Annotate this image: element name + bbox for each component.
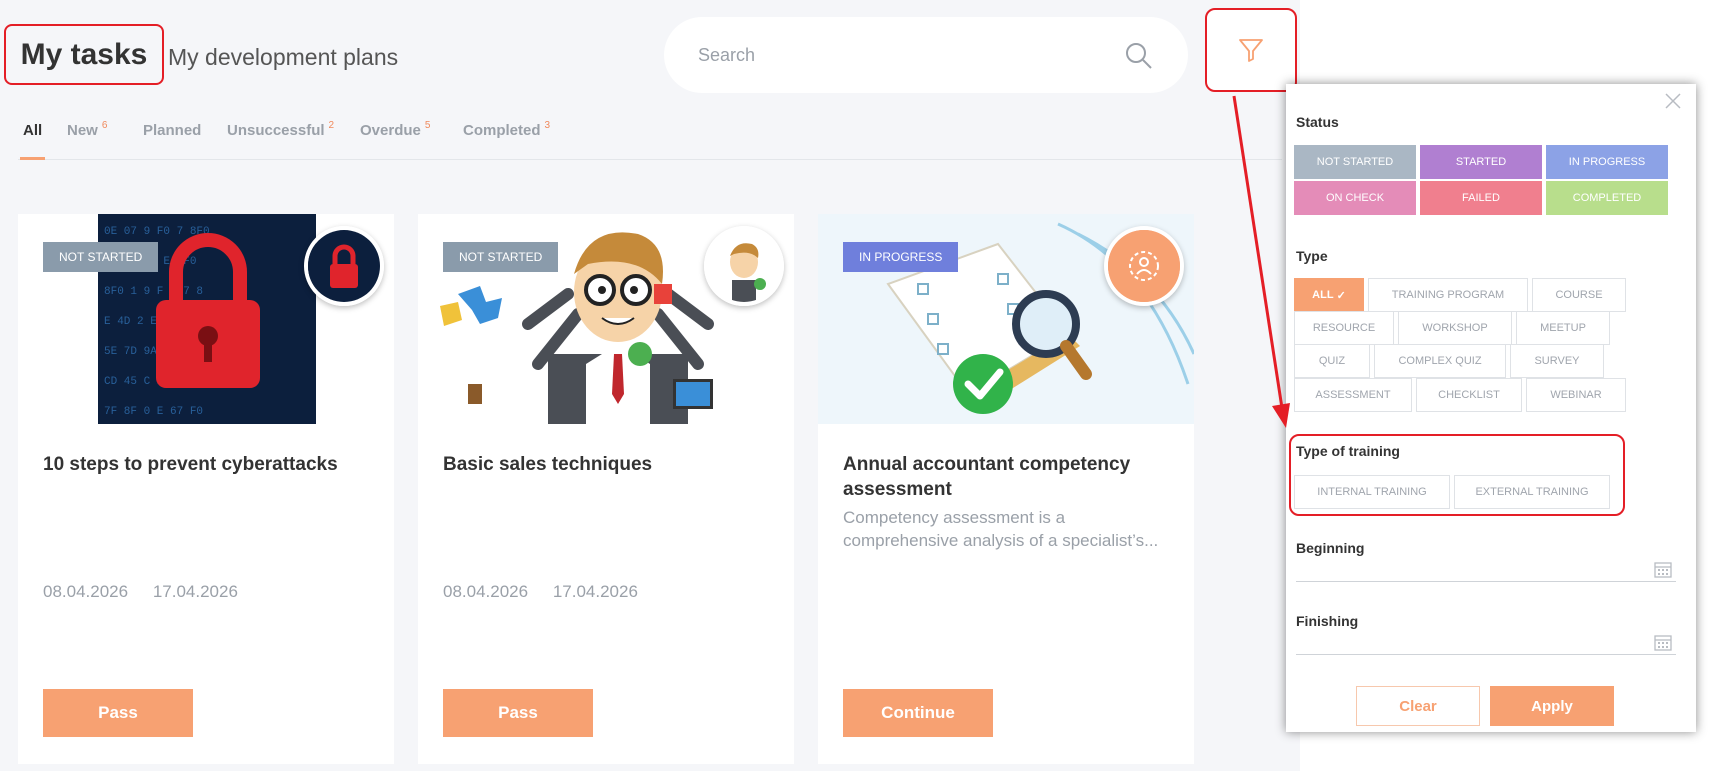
type-chip-assessment[interactable]: ASSESSMENT xyxy=(1294,378,1412,412)
tab-count: 6 xyxy=(101,120,108,131)
tab-count: 2 xyxy=(328,120,335,131)
salesman-icon xyxy=(708,230,780,302)
card-dates xyxy=(843,582,883,602)
page-title: My tasks xyxy=(20,37,148,71)
type-chip-training-program[interactable]: TRAINING PROGRAM xyxy=(1368,278,1528,312)
status-badge: NOT STARTED xyxy=(43,242,159,272)
beginning-date-input[interactable] xyxy=(1296,558,1676,582)
status-chip-in-progress[interactable]: IN PROGRESS xyxy=(1546,145,1668,179)
card-thumbnail xyxy=(704,226,784,306)
funnel-icon xyxy=(1239,39,1263,62)
type-chip-webinar[interactable]: WEBINAR xyxy=(1526,378,1626,412)
tab-overdue[interactable]: Overdue 5 xyxy=(360,120,431,160)
card-image: 0E 07 9 F0 7 8F0 7 F67 F0 E 3F0 8F0 1 9 … xyxy=(18,214,394,424)
card-image: NOT STARTED xyxy=(418,214,794,424)
card-title[interactable]: Basic sales techniques xyxy=(443,452,773,477)
status-chip-not-started[interactable]: NOT STARTED xyxy=(1294,145,1416,179)
status-tabs: All New 6 Planned Unsuccessful 2 Overdue 5 … xyxy=(18,110,1282,160)
tab-count: 5 xyxy=(424,120,431,131)
card-title[interactable]: 10 steps to prevent cyberattacks xyxy=(43,452,373,477)
tab-count: 3 xyxy=(544,120,551,131)
svg-text:7F 8F 0 E 67 F0: 7F 8F 0 E 67 F0 xyxy=(104,406,203,418)
status-badge: NOT STARTED xyxy=(443,242,559,272)
type-chip-all[interactable]: ALL ✓ xyxy=(1294,278,1364,312)
status-chip-on-check[interactable]: ON CHECK xyxy=(1294,181,1416,215)
check-icon: ✓ xyxy=(1336,289,1346,302)
task-card[interactable]: NOT STARTED Basic sales techniques 08.04… xyxy=(418,214,794,764)
type-chip-complex-quiz[interactable]: COMPLEX QUIZ xyxy=(1374,344,1506,378)
type-label: Type xyxy=(1296,248,1328,264)
status-label: Status xyxy=(1296,114,1339,130)
card-dates: 08.04.2026 17.04.2026 xyxy=(43,582,258,602)
finishing-label: Finishing xyxy=(1296,613,1359,629)
type-of-training-label: Type of training xyxy=(1296,443,1400,459)
finishing-date-input[interactable] xyxy=(1296,631,1676,655)
task-card[interactable]: 0E 07 9 F0 7 8F0 7 F67 F0 E 3F0 8F0 1 9 … xyxy=(18,214,394,764)
tab-unsuccessful[interactable]: Unsuccessful 2 xyxy=(227,120,335,160)
svg-text:8F0 1 9 F 0E7 8: 8F0 1 9 F 0E7 8 xyxy=(104,286,203,298)
filter-panel: Status NOT STARTED STARTED IN PROGRESS O… xyxy=(1286,84,1696,732)
pass-button[interactable]: Pass xyxy=(43,689,193,737)
clear-button[interactable]: Clear xyxy=(1356,686,1480,726)
apply-button[interactable]: Apply xyxy=(1490,686,1614,726)
filter-button[interactable] xyxy=(1205,8,1297,92)
type-chip-meetup[interactable]: MEETUP xyxy=(1516,311,1610,345)
continue-button[interactable]: Continue xyxy=(843,689,993,737)
training-chip-external[interactable]: EXTERNAL TRAINING xyxy=(1454,475,1610,509)
search-input[interactable] xyxy=(698,41,1078,69)
start-date: 08.04.2026 xyxy=(43,582,129,601)
padlock-icon xyxy=(308,230,380,302)
status-chip-started[interactable]: STARTED xyxy=(1420,145,1542,179)
task-card[interactable]: IN PROGRESS Annual accountant competency… xyxy=(818,214,1194,764)
type-chip-checklist[interactable]: CHECKLIST xyxy=(1416,378,1522,412)
card-image: IN PROGRESS xyxy=(818,214,1194,424)
card-thumbnail xyxy=(1104,226,1184,306)
card-dates: 08.04.2026 17.04.2026 xyxy=(443,582,658,602)
status-badge: IN PROGRESS xyxy=(843,242,959,272)
close-icon[interactable] xyxy=(1662,90,1684,112)
card-description: Competency assessment is a comprehensive… xyxy=(843,508,1159,550)
tab-planned[interactable]: Planned xyxy=(143,122,201,160)
tasks-page: My tasks My development plans All New6 P… xyxy=(0,0,1300,771)
training-chip-internal[interactable]: INTERNAL TRAINING xyxy=(1294,475,1450,509)
page-title-box[interactable]: My tasks xyxy=(4,24,164,85)
type-chip-workshop[interactable]: WORKSHOP xyxy=(1398,311,1512,345)
card-title[interactable]: Annual accountant competency assessment xyxy=(843,452,1173,502)
end-date: 17.04.2026 xyxy=(152,582,238,601)
type-chip-quiz[interactable]: QUIZ xyxy=(1294,344,1370,378)
type-chip-survey[interactable]: SURVEY xyxy=(1510,344,1604,378)
beginning-label: Beginning xyxy=(1296,540,1365,556)
tab-new[interactable]: New 6 xyxy=(67,120,108,160)
tab-completed[interactable]: Completed 3 xyxy=(463,120,551,160)
calendar-icon[interactable] xyxy=(1654,633,1672,651)
status-chip-failed[interactable]: FAILED xyxy=(1420,181,1542,215)
status-chip-completed[interactable]: COMPLETED xyxy=(1546,181,1668,215)
start-date: 08.04.2026 xyxy=(443,582,529,601)
pass-button[interactable]: Pass xyxy=(443,689,593,737)
search-bar xyxy=(664,17,1188,93)
search-icon[interactable] xyxy=(1124,41,1154,71)
type-chip-course[interactable]: COURSE xyxy=(1532,278,1626,312)
end-date: 17.04.2026 xyxy=(552,582,638,601)
development-plans-link[interactable]: My development plans xyxy=(168,44,398,71)
assessment-icon xyxy=(1108,230,1180,302)
type-chip-resource[interactable]: RESOURCE xyxy=(1294,311,1394,345)
card-thumbnail xyxy=(304,226,384,306)
calendar-icon[interactable] xyxy=(1654,560,1672,578)
tab-all[interactable]: All xyxy=(20,122,46,160)
